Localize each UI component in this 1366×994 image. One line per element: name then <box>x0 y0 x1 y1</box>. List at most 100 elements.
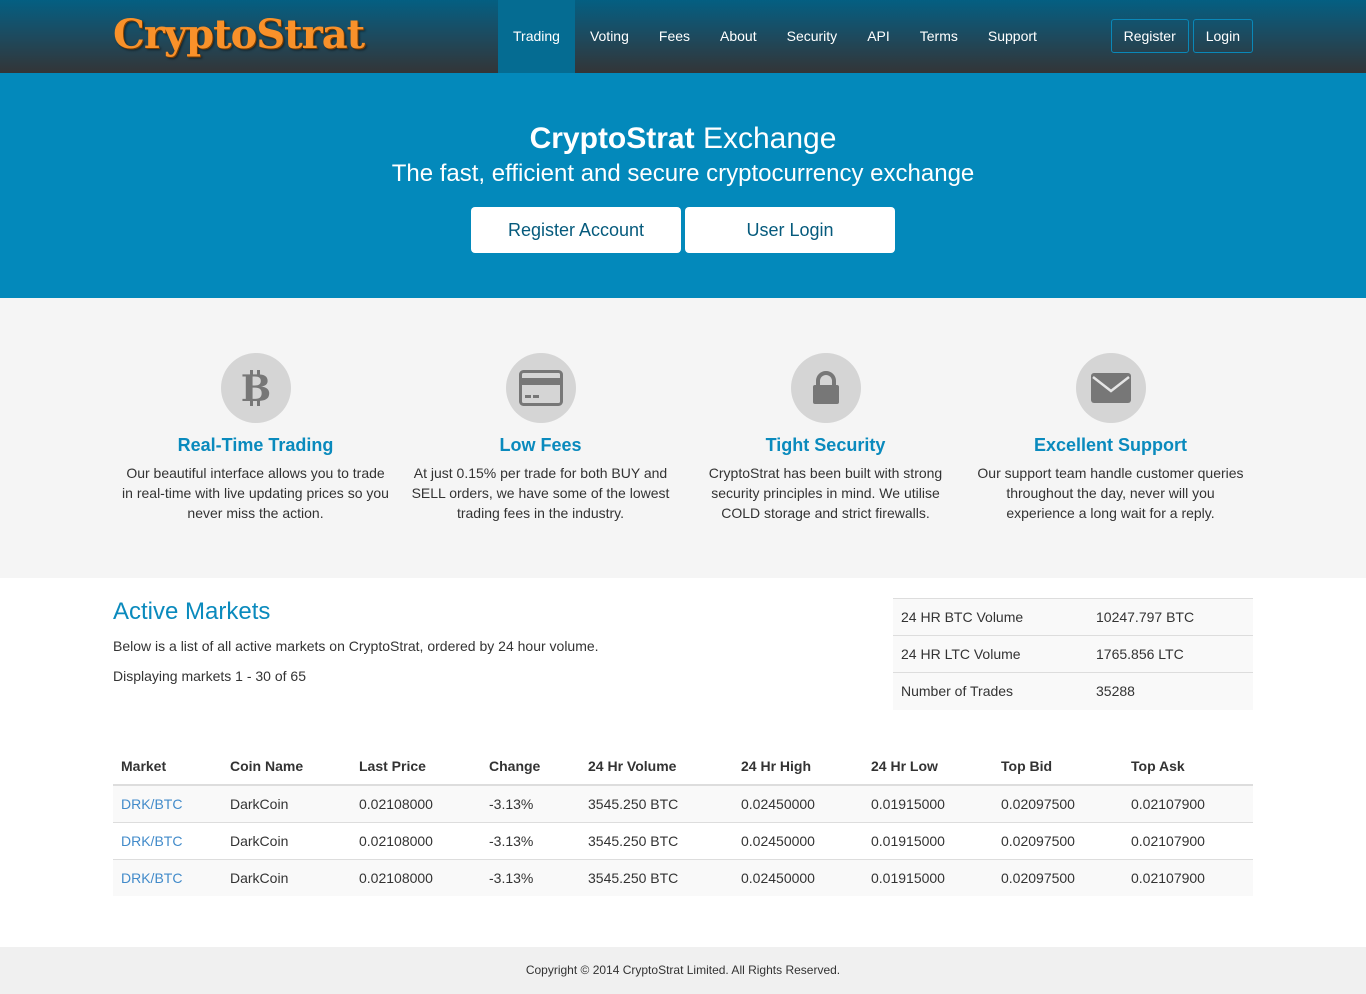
markets-section: Active Markets Below is a list of all ac… <box>0 578 1366 918</box>
nav-item-terms[interactable]: Terms <box>905 0 973 73</box>
markets-title: Active Markets <box>113 598 271 625</box>
cell-volume: 3545.250 BTC <box>580 784 733 822</box>
cell-market: DRK/BTC <box>113 784 222 822</box>
feature-low-fees: Low Fees At just 0.15% per trade for bot… <box>398 353 683 523</box>
hero-title: CryptoStrat Exchange <box>0 121 1366 157</box>
hero-title-rest: Exchange <box>694 122 837 155</box>
stat-value: 35288 <box>1088 672 1253 710</box>
stat-value: 1765.856 LTC <box>1088 635 1253 673</box>
stats-row: 24 HR BTC Volume 10247.797 BTC <box>893 598 1253 636</box>
logo[interactable]: CryptoStrat <box>113 10 365 60</box>
cell-change: -3.13% <box>481 858 580 896</box>
cell-top-ask: 0.02107900 <box>1123 821 1253 859</box>
cell-coin-name: DarkCoin <box>222 858 351 896</box>
market-link[interactable]: DRK/BTC <box>121 833 182 849</box>
credit-card-icon <box>505 353 576 423</box>
cell-change: -3.13% <box>481 821 580 859</box>
column-header-coin-name[interactable]: Coin Name <box>222 748 351 786</box>
table-row: DRK/BTC DarkCoin 0.02108000 -3.13% 3545.… <box>113 784 1253 822</box>
user-login-button[interactable]: User Login <box>685 207 895 253</box>
feature-text: Our beautiful interface allows you to tr… <box>122 465 389 521</box>
markets-table: Market Coin Name Last Price Change 24 Hr… <box>113 748 1253 896</box>
cell-market: DRK/BTC <box>113 821 222 859</box>
table-header-row: Market Coin Name Last Price Change 24 Hr… <box>113 748 1253 786</box>
cell-top-ask: 0.02107900 <box>1123 858 1253 896</box>
cell-low: 0.01915000 <box>863 784 993 822</box>
table-row: DRK/BTC DarkCoin 0.02108000 -3.13% 3545.… <box>113 858 1253 896</box>
stat-label: 24 HR LTC Volume <box>893 635 1088 673</box>
column-header-change[interactable]: Change <box>481 748 580 786</box>
feature-text: CryptoStrat has been built with strong s… <box>708 465 943 521</box>
auth-buttons: Register Login <box>1110 19 1253 53</box>
svg-text:B: B <box>240 368 270 408</box>
stat-value: 10247.797 BTC <box>1088 598 1253 636</box>
cell-volume: 3545.250 BTC <box>580 858 733 896</box>
stat-label: 24 HR BTC Volume <box>893 598 1088 636</box>
hero-tagline: The fast, efficient and secure cryptocur… <box>391 160 975 187</box>
lock-icon <box>790 353 861 423</box>
envelope-icon <box>1075 353 1146 423</box>
stat-label: Number of Trades <box>893 672 1088 710</box>
register-account-button[interactable]: Register Account <box>471 207 681 253</box>
navbar: CryptoStrat Trading Voting Fees About Se… <box>0 0 1366 73</box>
cell-last-price: 0.02108000 <box>351 821 481 859</box>
feature-title: Low Fees <box>499 435 582 455</box>
footer: Copyright © 2014 CryptoStrat Limited. Al… <box>0 947 1366 994</box>
feature-text: At just 0.15% per trade for both BUY and… <box>411 465 670 521</box>
cell-volume: 3545.250 BTC <box>580 821 733 859</box>
nav-item-trading[interactable]: Trading <box>498 0 575 73</box>
table-row: DRK/BTC DarkCoin 0.02108000 -3.13% 3545.… <box>113 821 1253 859</box>
column-header-market[interactable]: Market <box>113 748 222 786</box>
stats-row: 24 HR LTC Volume 1765.856 LTC <box>893 635 1253 673</box>
copyright-text: Copyright © 2014 CryptoStrat Limited. Al… <box>525 963 841 977</box>
feature-title: Tight Security <box>765 435 886 455</box>
nav-item-voting[interactable]: Voting <box>575 0 644 73</box>
features-section: B Real-Time Trading Our beautiful interf… <box>0 298 1366 578</box>
register-button[interactable]: Register <box>1110 19 1189 53</box>
login-button[interactable]: Login <box>1192 19 1253 53</box>
cell-coin-name: DarkCoin <box>222 821 351 859</box>
cell-last-price: 0.02108000 <box>351 858 481 896</box>
cell-market: DRK/BTC <box>113 858 222 896</box>
nav-item-api[interactable]: API <box>852 0 905 73</box>
cell-top-bid: 0.02097500 <box>993 784 1123 822</box>
market-link[interactable]: DRK/BTC <box>121 796 182 812</box>
cell-top-ask: 0.02107900 <box>1123 784 1253 822</box>
markets-count: Displaying markets 1 - 30 of 65 <box>113 668 306 684</box>
cell-top-bid: 0.02097500 <box>993 858 1123 896</box>
cell-change: -3.13% <box>481 784 580 822</box>
markets-description: Below is a list of all active markets on… <box>113 638 599 654</box>
hero-buttons: Register Account User Login <box>0 207 1366 253</box>
stats-table: 24 HR BTC Volume 10247.797 BTC 24 HR LTC … <box>893 598 1253 710</box>
main-nav: Trading Voting Fees About Security API T… <box>498 0 1052 73</box>
nav-item-about[interactable]: About <box>705 0 772 73</box>
stats-row: Number of Trades 35288 <box>893 672 1253 710</box>
column-header-top-bid[interactable]: Top Bid <box>993 748 1123 786</box>
feature-title: Real-Time Trading <box>177 435 334 455</box>
feature-title: Excellent Support <box>1033 435 1188 455</box>
column-header-last-price[interactable]: Last Price <box>351 748 481 786</box>
feature-text: Our support team handle customer queries… <box>977 465 1244 521</box>
cell-high: 0.02450000 <box>733 784 863 822</box>
feature-tight-security: Tight Security CryptoStrat has been buil… <box>683 353 968 523</box>
cell-high: 0.02450000 <box>733 821 863 859</box>
column-header-top-ask[interactable]: Top Ask <box>1123 748 1253 786</box>
feature-real-time-trading: B Real-Time Trading Our beautiful interf… <box>113 353 398 523</box>
bitcoin-icon: B <box>220 353 291 423</box>
cell-high: 0.02450000 <box>733 858 863 896</box>
cell-low: 0.01915000 <box>863 858 993 896</box>
feature-excellent-support: Excellent Support Our support team handl… <box>968 353 1253 523</box>
market-link[interactable]: DRK/BTC <box>121 870 182 886</box>
nav-item-security[interactable]: Security <box>772 0 853 73</box>
column-header-24hr-low[interactable]: 24 Hr Low <box>863 748 993 786</box>
column-header-24hr-high[interactable]: 24 Hr High <box>733 748 863 786</box>
nav-item-fees[interactable]: Fees <box>644 0 705 73</box>
column-header-24hr-volume[interactable]: 24 Hr Volume <box>580 748 733 786</box>
nav-item-support[interactable]: Support <box>973 0 1052 73</box>
hero-title-brand: CryptoStrat <box>529 122 695 155</box>
cell-low: 0.01915000 <box>863 821 993 859</box>
cell-coin-name: DarkCoin <box>222 784 351 822</box>
cell-top-bid: 0.02097500 <box>993 821 1123 859</box>
hero-banner: CryptoStrat Exchange The fast, efficient… <box>0 73 1366 298</box>
cell-last-price: 0.02108000 <box>351 784 481 822</box>
